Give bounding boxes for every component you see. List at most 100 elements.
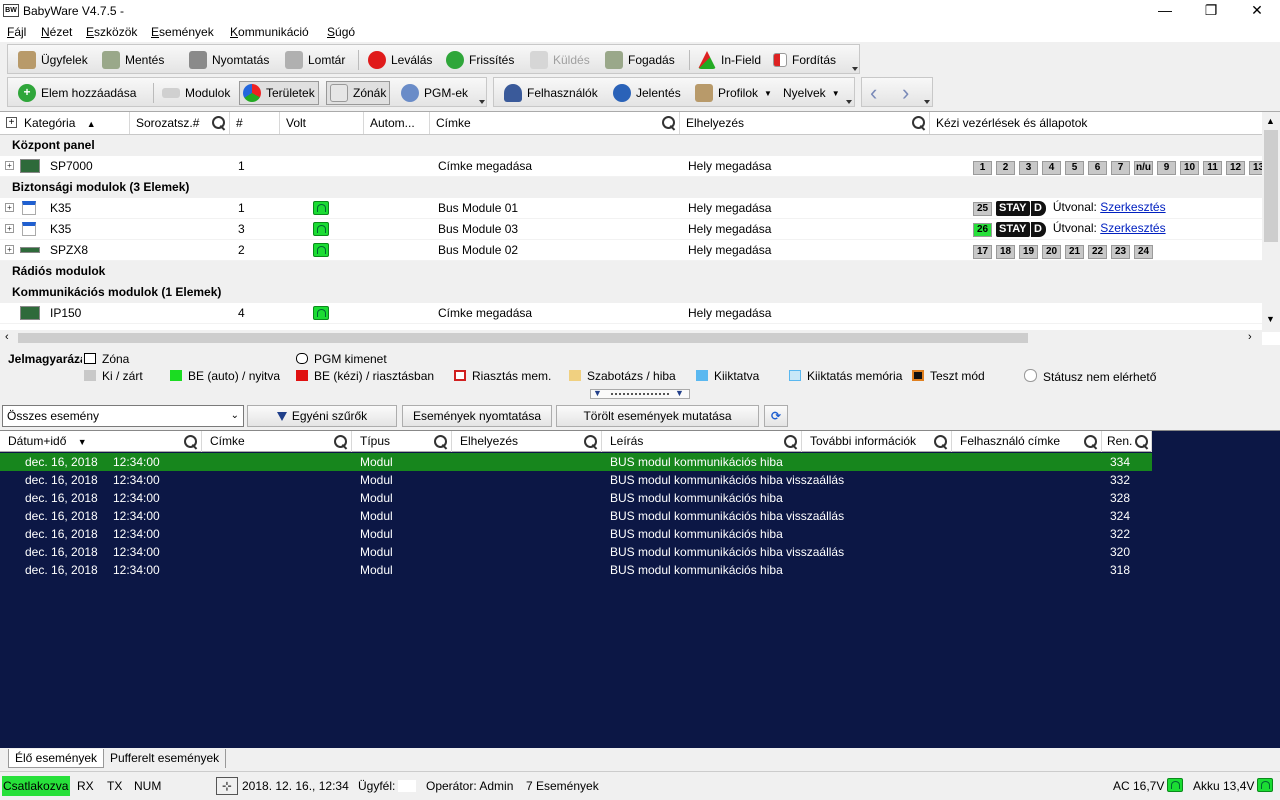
search-icon[interactable] <box>434 435 448 449</box>
search-icon[interactable] <box>1084 435 1098 449</box>
zones-button[interactable]: Zónák <box>326 81 391 105</box>
search-icon[interactable] <box>784 435 798 449</box>
module-label[interactable]: Címke megadása <box>438 306 532 320</box>
zone-button[interactable]: 22 <box>1088 245 1107 259</box>
edit-route-link[interactable]: Szerkesztés <box>1100 200 1165 214</box>
area-button[interactable]: 5 <box>1065 161 1084 175</box>
module-location[interactable]: Hely megadása <box>688 222 771 236</box>
profiles-dropdown[interactable]: Profilok ▼ <box>695 81 772 105</box>
scroll-up-icon[interactable]: ▲ <box>1266 116 1275 126</box>
event-row[interactable]: dec. 16, 2018 12:34:00 Modul BUS modul komm… <box>0 489 1152 507</box>
area-button[interactable]: 11 <box>1203 161 1222 175</box>
col-additional-info[interactable]: További információk <box>802 431 952 452</box>
print-button[interactable]: Nyomtatás <box>189 48 269 72</box>
expand-all-icon[interactable]: + <box>6 117 17 128</box>
col-voltage[interactable]: Volt <box>280 112 364 134</box>
area-button[interactable]: 7 <box>1111 161 1130 175</box>
pgm-button[interactable]: PGM-ek <box>401 81 468 105</box>
stay-button[interactable]: STAY <box>996 222 1030 237</box>
col-category[interactable]: + Kategória ▲ <box>0 112 130 134</box>
event-row[interactable]: dec. 16, 2018 12:34:00 Modul BUS modul komm… <box>0 561 1152 579</box>
scroll-down-icon[interactable]: ▼ <box>1266 314 1275 324</box>
report-button[interactable]: Jelentés <box>613 81 681 105</box>
modules-button[interactable]: Modulok <box>162 81 230 105</box>
table-row[interactable]: + K35 3 Bus Module 03 Hely megadása 26 ST… <box>0 219 1262 240</box>
toolbar-overflow-chevron[interactable] <box>924 78 930 106</box>
zone-button[interactable]: 24 <box>1134 245 1153 259</box>
zone-button[interactable]: 18 <box>996 245 1015 259</box>
col-auto[interactable]: Autom... <box>364 112 430 134</box>
group-communication-modules[interactable]: Kommunikációs modulok (1 Elemek) <box>0 282 1262 303</box>
minimize-button[interactable]: — <box>1142 0 1188 22</box>
search-icon[interactable] <box>912 116 926 130</box>
scroll-thumb[interactable] <box>18 333 1028 343</box>
area-button[interactable]: 3 <box>1019 161 1038 175</box>
search-icon[interactable] <box>1135 435 1149 449</box>
area-button[interactable]: 9 <box>1157 161 1176 175</box>
receive-button[interactable]: Fogadás <box>605 48 675 72</box>
col-serial[interactable]: Sorozatsz.# <box>130 112 230 134</box>
translate-button[interactable]: Fordítás <box>773 48 836 72</box>
area-button[interactable]: 12 <box>1226 161 1245 175</box>
vertical-scrollbar[interactable]: ▲ ▼ <box>1262 112 1280 332</box>
module-location[interactable]: Hely megadása <box>688 243 771 257</box>
event-row[interactable]: dec. 16, 2018 12:34:00 Modul BUS modul komm… <box>0 453 1152 471</box>
send-button[interactable]: Küldés <box>530 48 590 72</box>
area-button[interactable]: 4 <box>1042 161 1061 175</box>
menu-fajl[interactable]: Fájl <box>7 25 26 39</box>
forward-arrow-icon[interactable]: › <box>902 80 909 105</box>
module-location[interactable]: Hely megadása <box>688 306 771 320</box>
d-button[interactable]: D <box>1030 201 1046 216</box>
search-icon[interactable] <box>662 116 676 130</box>
disconnect-button[interactable]: Leválás <box>368 48 432 72</box>
menu-kommunikacio[interactable]: Kommunikáció <box>230 25 309 39</box>
toolbar-overflow-chevron[interactable] <box>479 78 485 106</box>
module-label[interactable]: Bus Module 03 <box>438 222 518 236</box>
search-icon[interactable] <box>212 116 226 130</box>
scroll-thumb[interactable] <box>1264 130 1278 242</box>
group-central-panel[interactable]: Központ panel <box>0 135 1262 156</box>
menu-esemenyek[interactable]: Események <box>151 25 214 39</box>
toolbar-overflow-chevron[interactable] <box>846 78 852 106</box>
col-user-label[interactable]: Felhasználó címke <box>952 431 1102 452</box>
table-row[interactable]: + SPZX8 2 Bus Module 02 Hely megadása 17… <box>0 240 1262 261</box>
col-location[interactable]: Elhelyezés <box>452 431 602 452</box>
languages-dropdown[interactable]: Nyelvek ▼ <box>783 81 840 105</box>
refresh-button[interactable]: Frissítés <box>446 48 514 72</box>
area-button[interactable]: 10 <box>1180 161 1199 175</box>
clock-sync-icon[interactable]: ⊹ <box>216 777 238 795</box>
clients-button[interactable]: Ügyfelek <box>18 48 88 72</box>
expand-row-icon[interactable]: + <box>5 224 14 233</box>
areas-button[interactable]: Területek <box>239 81 319 105</box>
col-description[interactable]: Leírás <box>602 431 802 452</box>
search-icon[interactable] <box>184 435 198 449</box>
table-row[interactable]: + K35 1 Bus Module 01 Hely megadása 25 ST… <box>0 198 1262 219</box>
tab-live-events[interactable]: Élő események <box>8 749 105 768</box>
event-row[interactable]: dec. 16, 2018 12:34:00 Modul BUS modul komm… <box>0 525 1152 543</box>
event-filter-select[interactable]: Összes esemény ⌄ <box>2 405 244 427</box>
back-arrow-icon[interactable]: ‹ <box>870 80 877 105</box>
search-icon[interactable] <box>584 435 598 449</box>
users-button[interactable]: Felhasználók <box>504 81 598 105</box>
table-row[interactable]: IP150 4 Címke megadása Hely megadása <box>0 303 1262 324</box>
print-events-button[interactable]: Események nyomtatása <box>402 405 552 427</box>
save-button[interactable]: Mentés <box>102 48 164 72</box>
expand-row-icon[interactable]: + <box>5 245 14 254</box>
toolbar-overflow-chevron[interactable] <box>852 45 858 73</box>
collapse-up-icon[interactable]: ▼ <box>593 388 602 398</box>
trash-button[interactable]: Lomtár <box>285 48 345 72</box>
edit-route-link[interactable]: Szerkesztés <box>1100 221 1165 235</box>
zone-button[interactable]: 21 <box>1065 245 1084 259</box>
zone-button[interactable]: 23 <box>1111 245 1130 259</box>
event-row[interactable]: dec. 16, 2018 12:34:00 Modul BUS modul komm… <box>0 543 1152 561</box>
expand-row-icon[interactable]: + <box>5 161 14 170</box>
col-number[interactable]: # <box>230 112 280 134</box>
scroll-right-icon[interactable]: › <box>1248 331 1252 343</box>
module-location[interactable]: Hely megadása <box>688 201 771 215</box>
event-row[interactable]: dec. 16, 2018 12:34:00 Modul BUS modul komm… <box>0 471 1152 489</box>
area-button[interactable]: 6 <box>1088 161 1107 175</box>
module-label[interactable]: Bus Module 02 <box>438 243 518 257</box>
table-row[interactable]: + SP7000 1 Címke megadása Hely megadása … <box>0 156 1262 177</box>
add-item-button[interactable]: + Elem hozzáadása <box>18 81 136 105</box>
scroll-left-icon[interactable]: ‹ <box>5 331 9 343</box>
